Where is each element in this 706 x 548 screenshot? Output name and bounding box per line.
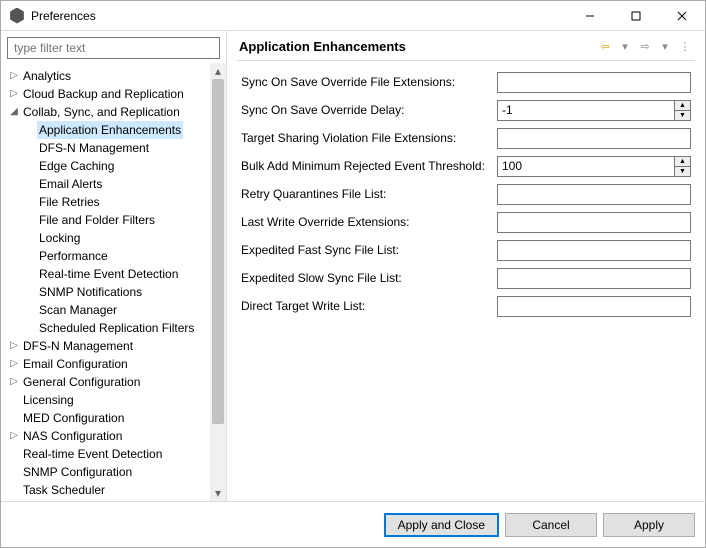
tree-item-rt-event-detection-top[interactable]: ▷Real-time Event Detection	[7, 445, 226, 463]
label-last-write-override: Last Write Override Extensions:	[241, 215, 497, 229]
tree-item-file-folder-filters[interactable]: ▷File and Folder Filters	[7, 211, 226, 229]
spinner-up-icon[interactable]: ▲	[675, 101, 690, 110]
input-sync-save-delay[interactable]	[497, 100, 675, 121]
label-exp-fast-sync: Expedited Fast Sync File List:	[241, 243, 497, 257]
spinner-down-icon[interactable]: ▼	[675, 110, 690, 120]
tree-item-task-scheduler[interactable]: ▷Task Scheduler	[7, 481, 226, 499]
input-exp-slow-sync[interactable]	[497, 268, 691, 289]
preferences-tree[interactable]: ▷Analytics ▷Cloud Backup and Replication…	[7, 67, 226, 499]
settings-form: Sync On Save Override File Extensions: S…	[227, 71, 705, 323]
scroll-thumb[interactable]	[212, 79, 224, 424]
expand-icon[interactable]: ▷	[7, 85, 21, 103]
tree-item-dfsn-mgmt-top[interactable]: ▷DFS-N Management	[7, 337, 226, 355]
tree-item-snmp-conf[interactable]: ▷SNMP Configuration	[7, 463, 226, 481]
sidebar: ▷Analytics ▷Cloud Backup and Replication…	[1, 31, 227, 501]
minimize-button[interactable]	[567, 1, 613, 31]
panel-title: Application Enhancements	[239, 39, 597, 54]
spinner-bulk-add-min[interactable]: ▲ ▼	[497, 156, 691, 177]
input-exp-fast-sync[interactable]	[497, 240, 691, 261]
divider	[237, 60, 695, 61]
input-last-write-override[interactable]	[497, 212, 691, 233]
tree-item-analytics[interactable]: ▷Analytics	[7, 67, 226, 85]
tree-item-rt-event-detection[interactable]: ▷Real-time Event Detection	[7, 265, 226, 283]
apply-button[interactable]: Apply	[603, 513, 695, 537]
forward-dropdown-icon[interactable]: ▾	[657, 40, 673, 53]
menu-icon[interactable]: ⋮	[677, 40, 693, 53]
tree-item-nas-conf[interactable]: ▷NAS Configuration	[7, 427, 226, 445]
content-panel: Application Enhancements ⇦ ▾ ⇨ ▾ ⋮ Sync …	[227, 31, 705, 501]
maximize-button[interactable]	[613, 1, 659, 31]
expand-icon[interactable]: ▷	[7, 67, 21, 85]
input-bulk-add-min[interactable]	[497, 156, 675, 177]
label-bulk-add-min: Bulk Add Minimum Rejected Event Threshol…	[241, 159, 497, 173]
button-bar: Apply and Close Cancel Apply	[1, 501, 705, 547]
expand-icon[interactable]: ▷	[7, 427, 21, 445]
spinner-down-icon[interactable]: ▼	[675, 166, 690, 176]
tree-item-scan-manager[interactable]: ▷Scan Manager	[7, 301, 226, 319]
input-target-sharing-violation[interactable]	[497, 128, 691, 149]
panel-toolbar: ⇦ ▾ ⇨ ▾ ⋮	[597, 40, 693, 53]
tree-item-collab-sync[interactable]: ◢Collab, Sync, and Replication	[7, 103, 226, 121]
label-direct-target-write: Direct Target Write List:	[241, 299, 497, 313]
expand-icon[interactable]: ▷	[7, 373, 21, 391]
label-target-sharing-violation: Target Sharing Violation File Extensions…	[241, 131, 497, 145]
title-bar: Preferences	[1, 1, 705, 31]
tree-item-cloud-backup[interactable]: ▷Cloud Backup and Replication	[7, 85, 226, 103]
expand-icon[interactable]: ▷	[7, 355, 21, 373]
scroll-up-icon[interactable]: ▴	[210, 63, 226, 79]
tree-item-scheduled-rep-filters[interactable]: ▷Scheduled Replication Filters	[7, 319, 226, 337]
cancel-button[interactable]: Cancel	[505, 513, 597, 537]
scroll-down-icon[interactable]: ▾	[210, 485, 226, 501]
tree-item-email-conf[interactable]: ▷Email Configuration	[7, 355, 226, 373]
expand-icon[interactable]: ▷	[7, 337, 21, 355]
back-icon[interactable]: ⇦	[597, 40, 613, 53]
tree-item-edge-caching[interactable]: ▷Edge Caching	[7, 157, 226, 175]
tree-item-dfsn-mgmt[interactable]: ▷DFS-N Management	[7, 139, 226, 157]
input-sync-save-ext[interactable]	[497, 72, 691, 93]
app-icon	[9, 8, 25, 24]
label-sync-save-delay: Sync On Save Override Delay:	[241, 103, 497, 117]
close-button[interactable]	[659, 1, 705, 31]
spinner-sync-save-delay[interactable]: ▲ ▼	[497, 100, 691, 121]
window-title: Preferences	[31, 9, 567, 23]
label-exp-slow-sync: Expedited Slow Sync File List:	[241, 271, 497, 285]
filter-input[interactable]	[7, 37, 220, 59]
label-retry-quarantines: Retry Quarantines File List:	[241, 187, 497, 201]
tree-item-med-conf[interactable]: ▷MED Configuration	[7, 409, 226, 427]
collapse-icon[interactable]: ◢	[7, 103, 21, 121]
input-retry-quarantines[interactable]	[497, 184, 691, 205]
tree-scrollbar[interactable]: ▴ ▾	[210, 63, 226, 501]
tree-item-email-alerts[interactable]: ▷Email Alerts	[7, 175, 226, 193]
label-sync-save-ext: Sync On Save Override File Extensions:	[241, 75, 497, 89]
tree-item-app-enhancements[interactable]: ▷Application Enhancements	[7, 121, 226, 139]
tree-item-performance[interactable]: ▷Performance	[7, 247, 226, 265]
tree-item-file-retries[interactable]: ▷File Retries	[7, 193, 226, 211]
tree-item-general-conf[interactable]: ▷General Configuration	[7, 373, 226, 391]
spinner-up-icon[interactable]: ▲	[675, 157, 690, 166]
tree-item-licensing[interactable]: ▷Licensing	[7, 391, 226, 409]
back-dropdown-icon[interactable]: ▾	[617, 40, 633, 53]
tree-item-locking[interactable]: ▷Locking	[7, 229, 226, 247]
apply-and-close-button[interactable]: Apply and Close	[384, 513, 499, 537]
tree-item-snmp-notifications[interactable]: ▷SNMP Notifications	[7, 283, 226, 301]
input-direct-target-write[interactable]	[497, 296, 691, 317]
forward-icon[interactable]: ⇨	[637, 40, 653, 53]
